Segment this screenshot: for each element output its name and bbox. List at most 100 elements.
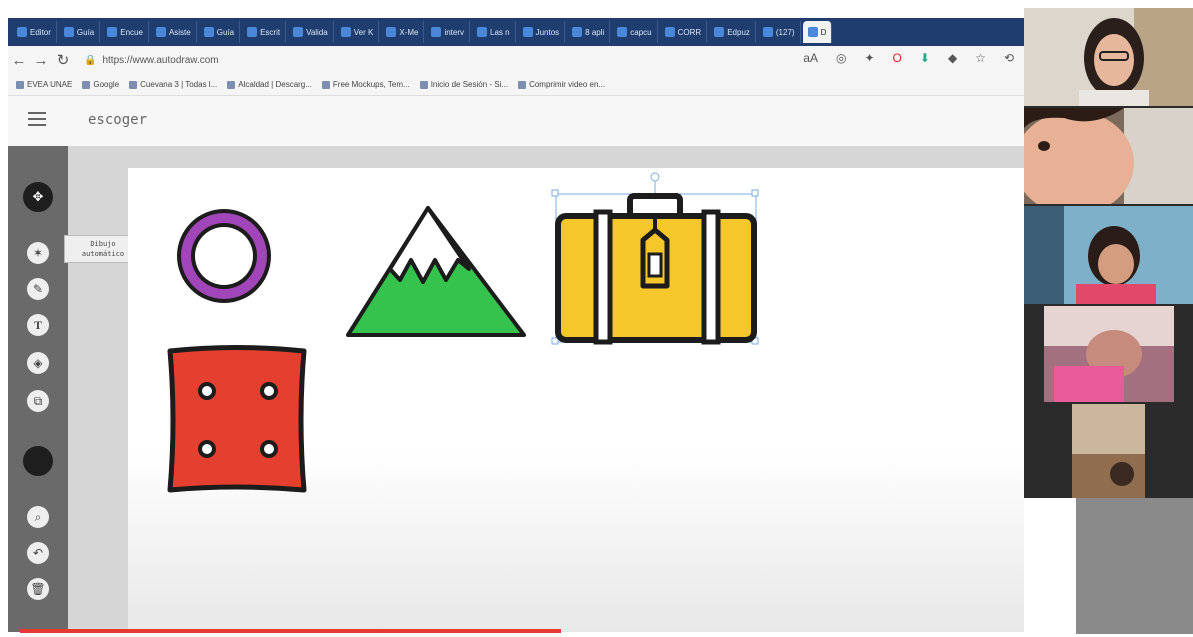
- extension-icon[interactable]: ✦: [864, 51, 874, 65]
- url-field[interactable]: https://www.autodraw.com: [102, 55, 218, 66]
- tab-label: Ver K: [353, 27, 374, 37]
- browser-tab[interactable]: 8 apli: [567, 21, 611, 43]
- pencil-icon: ✎: [32, 282, 44, 296]
- tab-label: Las n: [490, 27, 510, 37]
- participant-video[interactable]: [1072, 404, 1145, 498]
- bookmark-item[interactable]: Google: [82, 80, 119, 89]
- browser-tab[interactable]: Valida: [288, 21, 334, 43]
- suitcase-shape[interactable]: [551, 172, 759, 345]
- participant-avatar: [1024, 108, 1193, 204]
- fill-tool-button[interactable]: ◈: [27, 352, 49, 374]
- tab-label: CORR: [677, 27, 702, 37]
- tab-favicon-icon: [477, 27, 487, 37]
- tab-label: X-Me: [399, 27, 419, 37]
- bookmark-item[interactable]: Alcaldad | Descarg...: [227, 80, 312, 89]
- red-button-shape[interactable]: [167, 345, 307, 493]
- purple-ring-shape[interactable]: [177, 209, 271, 303]
- participant-video[interactable]: [1044, 306, 1174, 402]
- participant-avatar: [1024, 8, 1193, 106]
- browser-tab[interactable]: Juntos: [518, 21, 566, 43]
- browser-tab[interactable]: D: [802, 21, 833, 43]
- bookmark-item[interactable]: Cuevana 3 | Todas l...: [129, 80, 217, 89]
- browser-tab[interactable]: Encue: [102, 21, 149, 43]
- tab-label: (127): [775, 27, 795, 37]
- undo-button[interactable]: ↶: [27, 542, 49, 564]
- drawing-canvas[interactable]: [128, 168, 1024, 632]
- tab-favicon-icon: [247, 27, 258, 37]
- move-icon: ✥: [32, 189, 44, 204]
- move-tool-button[interactable]: ✥: [23, 182, 53, 212]
- text-icon: T: [33, 317, 42, 332]
- bookmark-item[interactable]: Free Mockups, Tem...: [321, 80, 410, 89]
- history-icon[interactable]: ⟲: [1004, 51, 1014, 65]
- browser-tab[interactable]: X-Me: [381, 21, 425, 43]
- tab-list: Editor Guía Encue Asiste Guía Escrit Valida Ver…: [12, 21, 833, 43]
- browser-tab[interactable]: CORR: [660, 21, 708, 43]
- tab-label: capcu: [630, 27, 652, 37]
- browser-tab[interactable]: Ver K: [336, 21, 380, 43]
- browser-tab[interactable]: capcu: [612, 21, 658, 43]
- browser-tab[interactable]: (127): [758, 21, 801, 43]
- browser-tab[interactable]: Guía: [199, 21, 241, 43]
- bookmark-label: EVEA UNAE: [27, 80, 73, 89]
- tab-favicon-icon: [340, 27, 351, 37]
- reload-icon[interactable]: ↻: [52, 51, 74, 69]
- bookmarks-bar: EVEA UNAE Google Cuevana 3 | Todas l... Alc…: [8, 74, 1024, 96]
- tab-label: 8 apli: [585, 27, 605, 37]
- extensions: aA ◎ ✦ O ⬇ ◆ ☆ ⟲: [803, 51, 1014, 65]
- participant-video[interactable]: [1024, 8, 1193, 106]
- browser-tab[interactable]: Guía: [59, 21, 101, 43]
- star-icon[interactable]: ☆: [975, 51, 986, 65]
- bookmark-item[interactable]: EVEA UNAE: [16, 80, 72, 89]
- video-progress-bar[interactable]: [20, 629, 561, 633]
- bookmark-item[interactable]: Comprimir video en...: [518, 80, 605, 89]
- fill-icon: ◈: [33, 356, 43, 370]
- browser-tab[interactable]: Editor: [12, 21, 57, 43]
- tab-favicon-icon: [63, 27, 74, 37]
- browser-tab[interactable]: Asiste: [151, 21, 197, 43]
- participant-video[interactable]: [1024, 108, 1193, 204]
- menu-icon[interactable]: [28, 112, 46, 126]
- opera-icon[interactable]: O: [893, 51, 902, 65]
- extension-icon[interactable]: ◎: [836, 51, 846, 65]
- tab-label: Valida: [306, 27, 328, 37]
- browser-tab[interactable]: Las n: [472, 21, 516, 43]
- tab-label: D: [820, 27, 827, 37]
- participant-video[interactable]: [1024, 206, 1193, 304]
- browser-tab[interactable]: Edpuz: [709, 21, 756, 43]
- mountain-shape[interactable]: [346, 206, 526, 337]
- tab-label: Juntos: [535, 27, 560, 37]
- extension-icon[interactable]: ◆: [948, 51, 957, 65]
- tab-favicon-icon: [107, 27, 118, 37]
- tab-favicon-icon: [714, 27, 725, 37]
- color-picker-button[interactable]: [23, 446, 53, 476]
- extension-icon[interactable]: ⬇: [920, 51, 930, 65]
- bookmark-icon: [419, 80, 428, 89]
- shape-tool-button[interactable]: ⧉: [27, 390, 49, 412]
- translate-icon[interactable]: aA: [803, 51, 818, 65]
- bookmark-item[interactable]: Inicio de Sesión - Si...: [419, 80, 508, 89]
- tab-label: Edpuz: [727, 27, 750, 37]
- tab-favicon-icon: [522, 27, 533, 37]
- browser-tab[interactable]: interv: [426, 21, 470, 43]
- text-tool-button[interactable]: T: [27, 314, 49, 336]
- bookmark-icon: [518, 80, 527, 89]
- tab-favicon-icon: [386, 27, 397, 37]
- tab-favicon-icon: [572, 27, 583, 37]
- bookmark-label: Comprimir video en...: [529, 80, 606, 89]
- workspace: ✥ ✶ ✎ T ◈ ⧉ ⌕ ↶ �: [8, 146, 1024, 632]
- app-header: escoger: [8, 96, 1024, 147]
- tab-favicon-icon: [203, 27, 214, 37]
- back-icon[interactable]: ←: [8, 52, 30, 69]
- tab-label: interv: [444, 27, 464, 37]
- tab-favicon-icon: [431, 27, 442, 37]
- zoom-tool-button[interactable]: ⌕: [27, 506, 49, 528]
- participant-avatar: [1072, 404, 1145, 498]
- forward-icon[interactable]: →: [30, 52, 52, 69]
- draw-tool-button[interactable]: ✎: [27, 278, 49, 300]
- delete-button[interactable]: 🗑: [27, 578, 49, 600]
- autodraw-tool-button[interactable]: ✶: [27, 242, 49, 264]
- tab-favicon-icon: [155, 27, 166, 37]
- video-call-panel: [1024, 8, 1193, 498]
- browser-tab[interactable]: Escrit: [242, 21, 287, 43]
